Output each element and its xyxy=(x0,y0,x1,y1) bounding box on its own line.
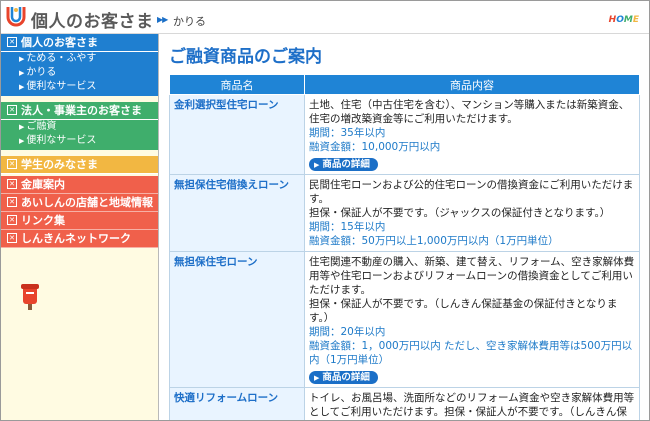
play-icon: ▶ xyxy=(314,374,320,382)
table-row: 無担保住宅ローン 住宅関連不動産の購入、新築、建て替え、リフォーム、空き家解体費… xyxy=(169,251,640,388)
column-header-content: 商品内容 xyxy=(304,74,640,95)
product-detail-button[interactable]: ▶ 商品の詳細 xyxy=(309,158,378,171)
product-name-link[interactable]: 無担保住宅借換えローン xyxy=(169,174,305,252)
sidebar-subitem-loans[interactable]: ▶ ご融資 xyxy=(1,120,158,134)
page-section-title: 個人のお客さま xyxy=(31,12,154,32)
sidebar-subitem-label: 便利なサービス xyxy=(26,81,97,92)
triangle-right-icon: ▶ xyxy=(19,55,25,63)
sidebar-subitem-label: 便利なサービス xyxy=(26,135,97,146)
breadcrumb-current[interactable]: かりる xyxy=(173,13,206,29)
product-detail-button[interactable]: ▶ 商品の詳細 xyxy=(309,371,378,384)
product-content: トイレ、お風呂場、洗面所などのリフォーム資金や空き家解体費用等としてご利用いただ… xyxy=(304,387,640,420)
product-description: 土地、住宅（中古住宅を含む）、マンション等購入または新築資金、住宅の増改築資金等… xyxy=(309,99,630,125)
sidebar-item-personal[interactable]: ✕ 個人のお客さま xyxy=(1,34,158,52)
product-term: 期間：20年以内 xyxy=(309,326,386,338)
sidebar-item-label: 法人・事業主のお客さま xyxy=(21,104,142,117)
site-header: 個人のお客さま ▶▶ かりる HOME xyxy=(1,1,649,34)
sidebar-subitem-label: ご融資 xyxy=(26,121,57,132)
sidebar-subitem-borrow[interactable]: ▶ かりる xyxy=(1,66,158,80)
product-content: 住宅関連不動産の購入、新築、建て替え、リフォーム、空き家解体費用等や住宅ローンお… xyxy=(304,251,640,388)
sidebar: ✕ 個人のお客さま ▶ ためる・ふやす ▶ かりる ▶ 便利なサービス ✕ 法人・事業主の… xyxy=(1,34,159,420)
sidebar-section-students: ✕ 学生のみなさま xyxy=(1,156,158,174)
sidebar-subitem-label: ためる・ふやす xyxy=(26,53,97,64)
sidebar-section-links: ✕ 金庫案内 ✕ あいしんの店舗と地域情報 ✕ リンク集 ✕ しんきんネットワーク xyxy=(1,176,158,248)
triangle-right-icon: ▶ xyxy=(19,137,25,145)
sidebar-subitem-save[interactable]: ▶ ためる・ふやす xyxy=(1,52,158,66)
box-x-icon: ✕ xyxy=(7,159,17,169)
product-name-link[interactable]: 快適リフォームローン xyxy=(169,387,305,420)
detail-button-label: 商品の詳細 xyxy=(322,159,370,170)
sidebar-item-shinkin-network[interactable]: ✕ しんきんネットワーク xyxy=(1,230,158,248)
box-x-icon: ✕ xyxy=(7,179,17,189)
product-content: 土地、住宅（中古住宅を含む）、マンション等購入または新築資金、住宅の増改築資金等… xyxy=(304,94,640,175)
bank-logo-icon xyxy=(6,7,26,27)
home-letter: H xyxy=(608,15,617,25)
sidebar-subitem-corp-services[interactable]: ▶ 便利なサービス xyxy=(1,134,158,150)
product-amount: 融資金額：1，000万円以内 ただし、空き家解体費用等は500万円以内（1万円単… xyxy=(309,340,633,366)
table-row: 金利選択型住宅ローン 土地、住宅（中古住宅を含む）、マンション等購入または新築資… xyxy=(169,94,640,175)
box-x-icon: ✕ xyxy=(7,215,17,225)
product-description: 民間住宅ローンおよび公的住宅ローンの借換資金にご利用いただけます。 xyxy=(309,179,634,205)
sidebar-item-students[interactable]: ✕ 学生のみなさま xyxy=(1,156,158,174)
home-letter: E xyxy=(632,15,639,25)
triangle-right-icon: ▶ xyxy=(19,123,25,131)
sidebar-item-label: あいしんの店舗と地域情報 xyxy=(21,196,153,209)
sidebar-item-label: 個人のお客さま xyxy=(21,36,98,49)
mailbox-mascot-icon xyxy=(21,284,39,310)
product-description: 住宅関連不動産の購入、新築、建て替え、リフォーム、空き家解体費用等や住宅ローンお… xyxy=(309,256,635,296)
product-description: 担保・保証人が不要です。（しんきん保証基金の保証付きとなります。） xyxy=(309,298,618,324)
play-icon: ▶ xyxy=(314,161,320,169)
box-x-icon: ✕ xyxy=(7,233,17,243)
product-name-link[interactable]: 無担保住宅ローン xyxy=(169,251,305,388)
home-link[interactable]: HOME xyxy=(609,15,639,25)
product-amount: 融資金額：10,000万円以内 xyxy=(309,141,441,153)
sidebar-item-bank-info[interactable]: ✕ 金庫案内 xyxy=(1,176,158,194)
box-x-icon: ✕ xyxy=(7,37,17,47)
product-term: 期間：15年以内 xyxy=(309,221,386,233)
sidebar-item-label: 学生のみなさま xyxy=(21,158,98,171)
column-header-name: 商品名 xyxy=(169,74,305,95)
table-header-row: 商品名 商品内容 xyxy=(169,74,640,95)
detail-button-label: 商品の詳細 xyxy=(322,372,370,383)
main-content: ご融資商品のご案内 商品名 商品内容 金利選択型住宅ローン 土地、住宅（中古住宅… xyxy=(164,34,642,420)
products-table: 商品名 商品内容 金利選択型住宅ローン 土地、住宅（中古住宅を含む）、マンション… xyxy=(169,74,640,420)
table-row: 快適リフォームローン トイレ、お風呂場、洗面所などのリフォーム資金や空き家解体費… xyxy=(169,387,640,420)
home-letter: O xyxy=(616,15,624,25)
page-title: ご融資商品のご案内 xyxy=(169,47,322,67)
breadcrumb-arrow-icon: ▶▶ xyxy=(157,15,168,24)
box-x-icon: ✕ xyxy=(7,197,17,207)
box-x-icon: ✕ xyxy=(7,105,17,115)
product-description: 担保・保証人が不要です。（ジャックスの保証付きとなります。） xyxy=(309,207,611,219)
sidebar-item-label: 金庫案内 xyxy=(21,178,65,191)
sidebar-item-link-list[interactable]: ✕ リンク集 xyxy=(1,212,158,230)
product-content: 民間住宅ローンおよび公的住宅ローンの借換資金にご利用いただけます。 担保・保証人… xyxy=(304,174,640,252)
sidebar-subitem-label: かりる xyxy=(26,67,57,78)
sidebar-item-label: しんきんネットワーク xyxy=(21,232,131,245)
sidebar-section-personal: ✕ 個人のお客さま ▶ ためる・ふやす ▶ かりる ▶ 便利なサービス xyxy=(1,34,158,96)
sidebar-subitem-services[interactable]: ▶ 便利なサービス xyxy=(1,80,158,96)
triangle-right-icon: ▶ xyxy=(19,69,25,77)
sidebar-item-label: リンク集 xyxy=(21,214,65,227)
browser-frame: 個人のお客さま ▶▶ かりる HOME ✕ 個人のお客さま ▶ ためる・ふやす ▶ か… xyxy=(0,0,650,421)
product-term: 期間：35年以内 xyxy=(309,127,386,139)
product-description: トイレ、お風呂場、洗面所などのリフォーム資金や空き家解体費用等としてご利用いただ… xyxy=(309,392,635,418)
sidebar-section-corporate: ✕ 法人・事業主のお客さま ▶ ご融資 ▶ 便利なサービス xyxy=(1,102,158,150)
product-name-link[interactable]: 金利選択型住宅ローン xyxy=(169,94,305,175)
product-amount: 融資金額：50万円以上1,000万円以内（1万円単位） xyxy=(309,235,559,247)
home-letter: M xyxy=(623,15,633,25)
table-row: 無担保住宅借換えローン 民間住宅ローンおよび公的住宅ローンの借換資金にご利用いた… xyxy=(169,174,640,252)
sidebar-item-corporate[interactable]: ✕ 法人・事業主のお客さま xyxy=(1,102,158,120)
sidebar-item-branches[interactable]: ✕ あいしんの店舗と地域情報 xyxy=(1,194,158,212)
triangle-right-icon: ▶ xyxy=(19,83,25,91)
